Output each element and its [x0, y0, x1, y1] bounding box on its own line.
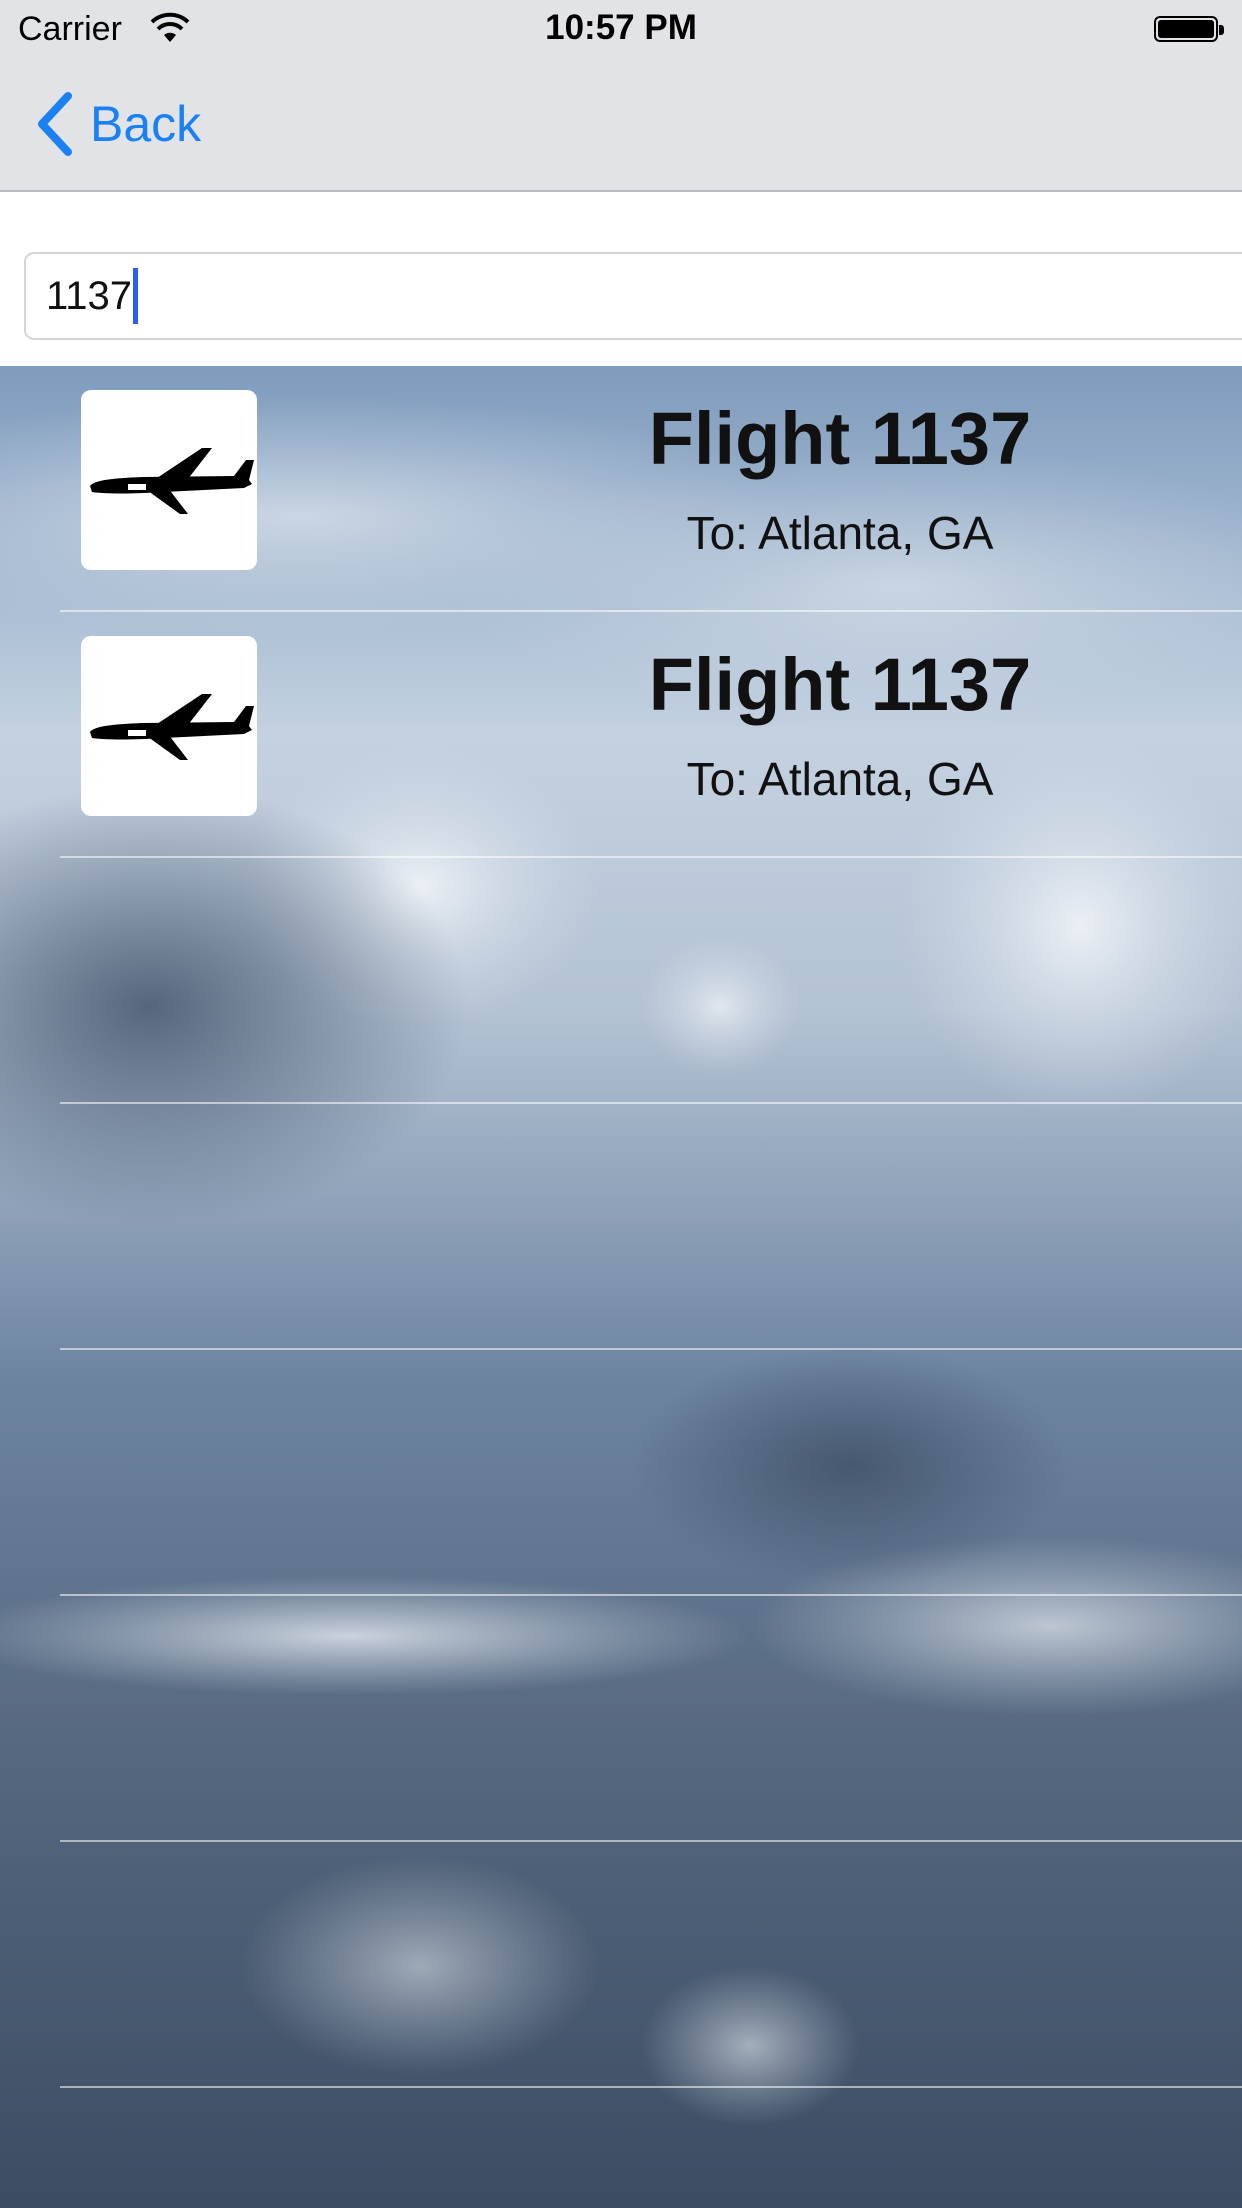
list-item[interactable]: Flight 1137 To: Atlanta, GA: [0, 366, 1242, 612]
empty-row: [0, 1842, 1242, 2088]
flight-thumbnail: [81, 636, 257, 816]
flight-destination: To: Atlanta, GA: [686, 753, 994, 805]
list-item[interactable]: Flight 1137 To: Atlanta, GA: [0, 612, 1242, 858]
empty-row: [0, 858, 1242, 1104]
flight-destination: To: Atlanta, GA: [686, 507, 994, 559]
empty-row: [0, 1596, 1242, 1842]
flight-title: Flight 1137: [648, 397, 1032, 480]
text-caret: [133, 268, 139, 324]
row-separator: [60, 2086, 1242, 2088]
search-area: 1137: [0, 192, 1242, 366]
airplane-icon: [90, 694, 254, 760]
chevron-left-icon: [38, 92, 72, 156]
empty-row: [0, 1350, 1242, 1596]
back-label: Back: [90, 96, 202, 152]
flight-title: Flight 1137: [648, 643, 1032, 726]
search-input-value: 1137: [46, 273, 133, 318]
status-bar: Carrier 10:57 PM: [0, 0, 1242, 62]
battery-icon: [1154, 16, 1224, 42]
clock: 10:57 PM: [545, 8, 697, 47]
empty-row: [0, 1104, 1242, 1350]
back-button[interactable]: Back: [34, 92, 201, 156]
search-input[interactable]: 1137: [24, 252, 1242, 340]
flight-thumbnail: [81, 390, 257, 570]
navigation-bar: Back: [0, 62, 1242, 192]
airplane-icon: [90, 448, 254, 514]
results-list: Flight 1137 To: Atlanta, GA Flight 1137 …: [0, 366, 1242, 2208]
